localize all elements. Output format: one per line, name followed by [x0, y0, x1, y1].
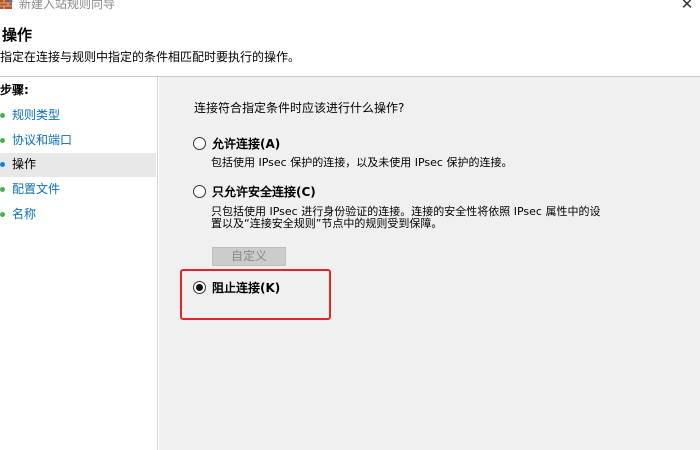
sidebar-item-name[interactable]: 名称 — [0, 203, 156, 227]
step-dot-icon — [0, 212, 5, 217]
sidebar-item-rule-type[interactable]: 规则类型 — [0, 104, 156, 128]
allow-connection-label[interactable]: 允许连接(A) — [212, 136, 280, 152]
allow-secure-description-line2: 置以及“连接安全规则”节点中的规则受到保障。 — [211, 217, 443, 230]
sidebar-item-label: 操作 — [12, 157, 37, 171]
block-connection-label[interactable]: 阻止连接(K) — [212, 280, 280, 296]
allow-secure-radio[interactable] — [193, 185, 206, 198]
wizard-header: 操作 指定在连接与规则中指定的条件相匹配时要执行的操作。 — [0, 14, 700, 76]
page-title: 操作 — [2, 26, 33, 44]
sidebar-item-label: 规则类型 — [12, 108, 61, 122]
allow-connection-radio[interactable] — [193, 137, 206, 150]
sidebar-item-protocol-ports[interactable]: 协议和端口 — [0, 129, 156, 153]
customize-button[interactable]: 自定义 — [212, 247, 286, 266]
sidebar-item-action[interactable]: 操作 — [0, 153, 156, 177]
page-description: 指定在连接与规则中指定的条件相匹配时要执行的操作。 — [0, 50, 301, 64]
action-panel: 连接符合指定条件时应该进行什么操作? 允许连接(A) 包括使用 IPsec 保护… — [159, 77, 700, 450]
step-dot-icon — [0, 187, 5, 192]
sidebar-item-label: 名称 — [12, 207, 37, 221]
step-dot-icon — [0, 113, 5, 118]
close-icon[interactable]: ✕ — [674, 0, 700, 14]
title-bar: 新建入站规则向导 ✕ — [0, 0, 700, 14]
sidebar-item-label: 配置文件 — [12, 182, 61, 196]
steps-sidebar: 步骤: 规则类型 协议和端口 操作 配置文件 名称 — [0, 77, 158, 450]
allow-connection-description: 包括使用 IPsec 保护的连接，以及未使用 IPsec 保护的连接。 — [211, 156, 513, 169]
firewall-icon — [0, 0, 13, 9]
steps-label: 步骤: — [0, 83, 29, 97]
step-dot-icon — [0, 138, 5, 143]
block-connection-radio[interactable] — [193, 281, 206, 294]
window-title: 新建入站规则向导 — [19, 0, 116, 11]
sidebar-item-profile[interactable]: 配置文件 — [0, 178, 156, 202]
allow-secure-label[interactable]: 只允许安全连接(C) — [212, 184, 316, 200]
action-question: 连接符合指定条件时应该进行什么操作? — [194, 101, 405, 115]
step-dot-icon — [0, 162, 5, 167]
sidebar-item-label: 协议和端口 — [12, 133, 73, 147]
